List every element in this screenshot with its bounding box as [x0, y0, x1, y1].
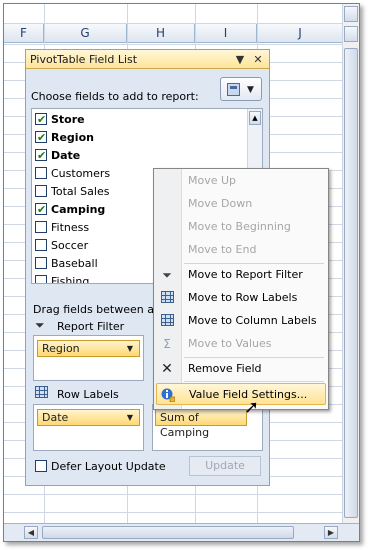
field-item-soccer[interactable]: Soccer	[35, 237, 88, 255]
field-item-fitness[interactable]: Fitness	[35, 219, 89, 237]
filter-icon: ⏷	[35, 318, 45, 332]
row-labels-icon	[35, 386, 48, 401]
field-checkbox[interactable]	[35, 221, 47, 233]
scroll-left-button[interactable]: ◀	[24, 526, 38, 539]
split-box[interactable]	[344, 26, 358, 42]
menu-item-move-up[interactable]: Move Up	[154, 170, 328, 192]
menu-item-move-down[interactable]: Move Down	[154, 193, 328, 215]
field-checkbox[interactable]	[35, 257, 47, 269]
sheet-top-bar	[4, 4, 344, 24]
panel-title: PivotTable Field List	[30, 53, 138, 66]
scroll-right-button[interactable]: ▶	[324, 526, 338, 539]
horizontal-scroll-thumb[interactable]	[42, 526, 294, 539]
field-item-total-sales[interactable]: Total Sales	[35, 183, 109, 201]
remove-x-icon: ✕	[161, 361, 173, 377]
menu-item-move-to-beginning[interactable]: Move to Beginning	[154, 216, 328, 238]
scroll-up-button[interactable]	[344, 6, 358, 22]
row-labels-label: Row Labels	[57, 388, 119, 401]
layout-icon	[227, 83, 240, 96]
menu-item-move-to-values[interactable]: Σ Move to Values	[154, 333, 328, 355]
scroll-up-button[interactable]: ▲	[249, 111, 261, 125]
field-checkbox[interactable]	[35, 129, 47, 147]
report-filter-area[interactable]: Region ▼	[33, 335, 144, 381]
horizontal-scrollbar[interactable]: ◀ ▶	[4, 523, 359, 541]
menu-item-value-field-settings[interactable]: Value Field Settings...	[156, 383, 326, 405]
field-item-fishing[interactable]: Fishing	[35, 273, 89, 283]
close-icon[interactable]: ✕	[250, 50, 266, 69]
report-filter-label: Report Filter	[57, 320, 125, 333]
menu-item-move-to-end[interactable]: Move to End	[154, 239, 328, 261]
chevron-down-icon: ▼	[126, 344, 133, 353]
chevron-down-icon: ▼	[247, 85, 254, 95]
mouse-pointer-icon: ➚	[244, 397, 260, 418]
field-context-menu: Move Up Move Down Move to Beginning Move…	[153, 168, 329, 410]
field-item-camping[interactable]: Camping	[35, 201, 105, 219]
values-chip-sum-of-camping[interactable]: Sum of Camping	[155, 409, 247, 439]
menu-item-move-to-row-labels[interactable]: Move to Row Labels	[154, 287, 328, 309]
field-layout-button[interactable]: ▼	[220, 77, 262, 101]
menu-item-move-to-report-filter[interactable]: ⏷ Move to Report Filter	[154, 264, 328, 286]
field-item-store[interactable]: Store	[35, 111, 85, 129]
column-headers: F G H I J	[4, 24, 344, 43]
sigma-icon: Σ	[163, 337, 171, 351]
vertical-scroll-thumb[interactable]	[344, 48, 358, 518]
report-filter-chip-region[interactable]: Region ▼	[37, 340, 140, 357]
field-checkbox[interactable]	[35, 239, 47, 251]
field-item-customers[interactable]: Customers	[35, 165, 110, 183]
column-header-j[interactable]: J	[257, 24, 344, 43]
choose-fields-label: Choose fields to add to report:	[31, 90, 199, 103]
menu-item-move-to-column-labels[interactable]: Move to Column Labels	[154, 310, 328, 332]
field-checkbox[interactable]	[35, 147, 47, 165]
column-labels-icon	[160, 314, 174, 328]
field-item-region[interactable]: Region	[35, 129, 94, 147]
panel-options-dropdown-icon[interactable]: ▼	[232, 50, 248, 69]
excel-window: F G H I J ◀ ▶ PivotTable Field List ▼ ✕ …	[3, 3, 360, 542]
field-checkbox[interactable]	[35, 111, 47, 129]
column-header-f[interactable]: F	[4, 24, 44, 43]
vertical-scrollbar[interactable]	[342, 4, 359, 524]
row-labels-chip-date[interactable]: Date ▼	[37, 409, 140, 426]
column-header-g[interactable]: G	[44, 24, 127, 43]
row-labels-icon	[160, 291, 174, 305]
row-labels-area[interactable]: Date ▼	[33, 404, 144, 451]
column-header-i[interactable]: I	[195, 24, 257, 43]
drag-fields-label: Drag fields between area	[33, 303, 172, 316]
field-checkbox[interactable]	[35, 167, 47, 179]
field-item-baseball[interactable]: Baseball	[35, 255, 98, 273]
panel-title-bar[interactable]: PivotTable Field List ▼ ✕	[26, 50, 269, 69]
column-header-h[interactable]: H	[127, 24, 195, 43]
menu-separator	[184, 381, 324, 382]
defer-layout-update[interactable]: Defer Layout Update	[35, 460, 166, 473]
chevron-down-icon: ▼	[126, 413, 133, 422]
defer-layout-checkbox[interactable]	[35, 460, 47, 472]
filter-icon: ⏷	[162, 268, 172, 282]
field-item-date[interactable]: Date	[35, 147, 80, 165]
info-settings-icon	[161, 388, 176, 403]
field-checkbox[interactable]	[35, 201, 47, 219]
menu-item-remove-field[interactable]: ✕ Remove Field	[154, 358, 328, 380]
update-button[interactable]: Update	[189, 456, 261, 476]
field-checkbox[interactable]	[35, 275, 47, 283]
field-checkbox[interactable]	[35, 185, 47, 197]
